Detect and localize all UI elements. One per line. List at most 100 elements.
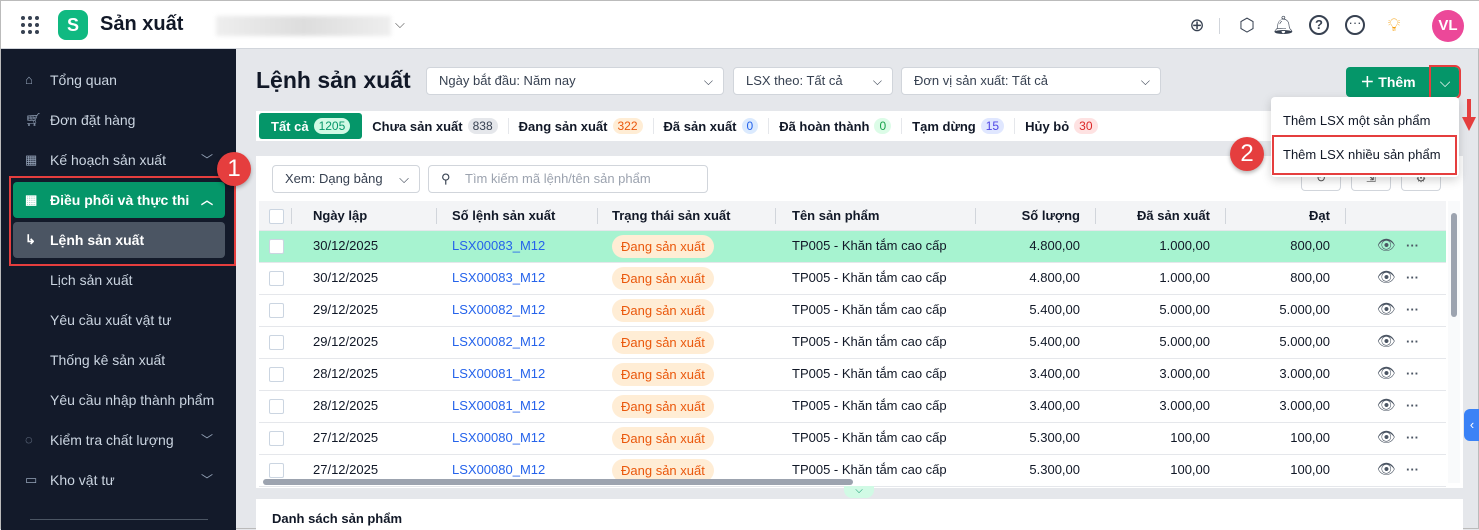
tab-completed[interactable]: Đã hoàn thành 0 bbox=[769, 118, 903, 134]
eye-icon[interactable]: 👁︎ bbox=[1377, 455, 1396, 486]
more-icon[interactable]: ··· bbox=[1406, 295, 1419, 326]
sidebar-item-schedule[interactable]: Lịch sản xuất bbox=[13, 262, 225, 298]
unit-filter[interactable]: Đơn vị sản xuất: Tất cả ⌵ bbox=[901, 67, 1161, 95]
cell-order-link[interactable]: LSX00082_M12 bbox=[452, 327, 545, 358]
row-checkbox[interactable] bbox=[269, 271, 284, 286]
cell-order-link[interactable]: LSX00083_M12 bbox=[452, 231, 545, 262]
box-icon[interactable]: ⬡ bbox=[1236, 14, 1258, 36]
start-date-filter[interactable]: Ngày bắt đầu: Năm nay ⌵ bbox=[426, 67, 724, 95]
eye-icon[interactable]: 👁︎ bbox=[1377, 263, 1396, 294]
eye-icon[interactable]: 👁︎ bbox=[1377, 295, 1396, 326]
cell-date: 29/12/2025 bbox=[313, 334, 379, 349]
sidebar-item-material-issue[interactable]: Yêu cầu xuất vật tư bbox=[13, 302, 225, 338]
row-checkbox[interactable] bbox=[269, 335, 284, 350]
more-icon[interactable]: ··· bbox=[1345, 15, 1365, 35]
cell-order-link[interactable]: LSX00081_M12 bbox=[452, 391, 545, 422]
table-row[interactable]: 28/12/2025 LSX00081_M12 Đang sản xuất TP… bbox=[259, 359, 1446, 391]
row-checkbox[interactable] bbox=[269, 303, 284, 318]
tab-cancelled[interactable]: Hủy bỏ 30 bbox=[1015, 118, 1107, 134]
col-date[interactable]: Ngày lập bbox=[313, 201, 367, 230]
sidebar-item-finished-receipt[interactable]: Yêu cầu nhập thành phẩm bbox=[13, 382, 225, 418]
row-checkbox[interactable] bbox=[269, 367, 284, 382]
col-order-no[interactable]: Số lệnh sản xuất bbox=[452, 201, 555, 230]
cell-order-link[interactable]: LSX00080_M12 bbox=[452, 423, 545, 454]
sidebar-item-label: Yêu cầu nhập thành phẩm bbox=[50, 392, 215, 408]
search-input[interactable]: ⚲ Tìm kiếm mã lệnh/tên sản phẩm bbox=[428, 165, 708, 193]
eye-icon[interactable]: 👁︎ bbox=[1377, 327, 1396, 358]
help-icon[interactable]: ? bbox=[1309, 15, 1329, 35]
sidebar: ⌂ Tổng quan 🛒︎ Đơn đặt hàng ▦ Kế hoạch sản … bbox=[1, 49, 236, 530]
add-button[interactable]: ＋ Thêm bbox=[1346, 67, 1430, 97]
col-produced[interactable]: Đã sản xuất bbox=[1096, 201, 1210, 230]
lsx-by-filter[interactable]: LSX theo: Tất cả ⌵ bbox=[733, 67, 893, 95]
add-dropdown-toggle[interactable]: ⌵ bbox=[1429, 65, 1461, 99]
table-row[interactable]: 30/12/2025 LSX00083_M12 Đang sản xuất TP… bbox=[259, 231, 1446, 263]
divider bbox=[30, 519, 208, 520]
table-row[interactable]: 29/12/2025 LSX00082_M12 Đang sản xuất TP… bbox=[259, 295, 1446, 327]
app-title: Sản xuất bbox=[100, 13, 184, 35]
download-icon[interactable]: ⊕ bbox=[1186, 14, 1208, 36]
company-selector[interactable] bbox=[216, 16, 391, 36]
menu-item-single-product[interactable]: Thêm LSX một sản phẩm bbox=[1271, 103, 1459, 139]
idea-icon[interactable]: 💡︎ bbox=[1383, 14, 1405, 36]
more-icon[interactable]: ··· bbox=[1406, 359, 1419, 390]
status-badge: Đang sản xuất bbox=[612, 363, 714, 386]
more-icon[interactable]: ··· bbox=[1406, 423, 1419, 454]
eye-icon[interactable]: 👁︎ bbox=[1377, 391, 1396, 422]
col-passed[interactable]: Đạt bbox=[1226, 201, 1330, 230]
bell-icon[interactable]: 🔔︎ bbox=[1272, 14, 1295, 36]
table-row[interactable]: 28/12/2025 LSX00081_M12 Đang sản xuất TP… bbox=[259, 391, 1446, 423]
eye-icon[interactable]: 👁︎ bbox=[1377, 231, 1396, 262]
cell-quantity: 5.400,00 bbox=[1029, 302, 1080, 317]
eye-icon[interactable]: 👁︎ bbox=[1377, 423, 1396, 454]
view-select[interactable]: Xem: Dạng bảng ⌵ bbox=[272, 165, 420, 193]
cell-passed: 800,00 bbox=[1290, 270, 1330, 285]
cell-produced: 100,00 bbox=[1170, 462, 1210, 477]
select-all-checkbox[interactable] bbox=[269, 209, 284, 224]
more-icon[interactable]: ··· bbox=[1406, 455, 1419, 486]
sidebar-item-statistics[interactable]: Thống kê sản xuất bbox=[13, 342, 225, 378]
more-icon[interactable]: ··· bbox=[1406, 263, 1419, 294]
cell-order-link[interactable]: LSX00083_M12 bbox=[452, 263, 545, 294]
row-checkbox[interactable] bbox=[269, 399, 284, 414]
tab-count: 0 bbox=[874, 118, 892, 134]
tab-all[interactable]: Tất cả 1205 bbox=[259, 113, 363, 139]
status-badge: Đang sản xuất bbox=[612, 427, 714, 450]
annotation-arrow bbox=[1467, 99, 1471, 119]
app-grid-icon[interactable] bbox=[21, 16, 39, 34]
row-checkbox[interactable] bbox=[269, 239, 284, 254]
side-panel-toggle[interactable]: ‹ bbox=[1464, 409, 1479, 441]
sidebar-item-planning[interactable]: ▦ Kế hoạch sản xuất ﹀ bbox=[13, 142, 225, 178]
table-row[interactable]: 29/12/2025 LSX00082_M12 Đang sản xuất TP… bbox=[259, 327, 1446, 359]
row-checkbox[interactable] bbox=[269, 431, 284, 446]
cell-order-link[interactable]: LSX00082_M12 bbox=[452, 295, 545, 326]
col-status[interactable]: Trạng thái sản xuất bbox=[612, 201, 730, 230]
sidebar-item-label: Tổng quan bbox=[50, 72, 117, 88]
sidebar-item-quality[interactable]: ◌ Kiểm tra chất lượng ﹀ bbox=[13, 422, 225, 458]
tab-paused[interactable]: Tạm dừng 15 bbox=[902, 118, 1016, 134]
avatar[interactable]: VL bbox=[1432, 10, 1464, 42]
cell-quantity: 3.400,00 bbox=[1029, 398, 1080, 413]
col-product[interactable]: Tên sản phẩm bbox=[792, 201, 879, 230]
sidebar-item-warehouse[interactable]: ▭ Kho vật tư ﹀ bbox=[13, 462, 225, 498]
more-icon[interactable]: ··· bbox=[1406, 327, 1419, 358]
more-icon[interactable]: ··· bbox=[1406, 391, 1419, 422]
row-checkbox[interactable] bbox=[269, 463, 284, 478]
cell-date: 29/12/2025 bbox=[313, 302, 379, 317]
tab-produced[interactable]: Đã sản xuất 0 bbox=[654, 118, 770, 134]
table-row[interactable]: 30/12/2025 LSX00083_M12 Đang sản xuất TP… bbox=[259, 263, 1446, 295]
eye-icon[interactable]: 👁︎ bbox=[1377, 359, 1396, 390]
tab-not-started[interactable]: Chưa sản xuất 838 bbox=[362, 118, 509, 134]
filter-label: Đơn vị sản xuất: Tất cả bbox=[914, 73, 1049, 88]
tab-in-progress[interactable]: Đang sản xuất 322 bbox=[509, 118, 654, 134]
horizontal-scrollbar[interactable] bbox=[263, 479, 853, 485]
sidebar-item-orders[interactable]: 🛒︎ Đơn đặt hàng bbox=[13, 102, 225, 138]
sidebar-item-overview[interactable]: ⌂ Tổng quan bbox=[13, 62, 225, 98]
more-icon[interactable]: ··· bbox=[1406, 231, 1419, 262]
chevron-down-icon[interactable]: ⌵ bbox=[395, 16, 405, 32]
table-row[interactable]: 27/12/2025 LSX00080_M12 Đang sản xuất TP… bbox=[259, 423, 1446, 455]
col-quantity[interactable]: Số lượng bbox=[976, 201, 1080, 230]
collapse-handle[interactable]: ⌵ bbox=[844, 486, 874, 498]
cell-order-link[interactable]: LSX00081_M12 bbox=[452, 359, 545, 390]
vertical-scroll-thumb[interactable] bbox=[1451, 213, 1457, 317]
